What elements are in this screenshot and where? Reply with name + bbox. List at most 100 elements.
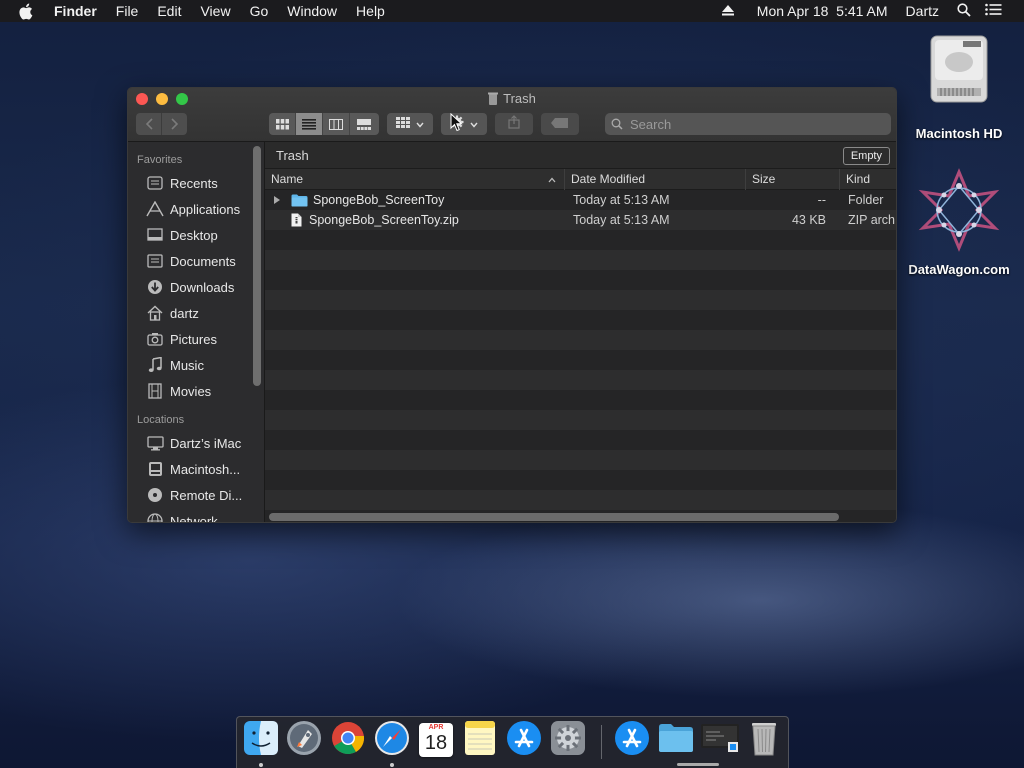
column-header-size[interactable]: Size: [746, 169, 840, 190]
dock-trash[interactable]: [745, 721, 783, 759]
desktop-icon-macintosh-hd[interactable]: Macintosh HD: [905, 30, 1013, 141]
empty-trash-button[interactable]: Empty: [842, 147, 890, 165]
sidebar-item-pictures[interactable]: Pictures: [128, 326, 264, 352]
menu-window[interactable]: Window: [287, 3, 337, 19]
hard-drive-icon: [923, 30, 995, 106]
empty-row: [265, 270, 896, 290]
back-forward-control: [136, 113, 187, 135]
menu-user[interactable]: Dartz: [906, 3, 939, 19]
dock-separator: [601, 725, 602, 759]
sidebar-item-home[interactable]: dartz: [128, 300, 264, 326]
dock-safari[interactable]: [373, 720, 411, 759]
menu-app-name[interactable]: Finder: [54, 3, 97, 19]
sidebar-item-movies[interactable]: Movies: [128, 378, 264, 404]
dock-folder[interactable]: [657, 721, 695, 759]
desktop-icon-label: Macintosh HD: [915, 126, 1003, 141]
sidebar-item-label: Music: [170, 357, 204, 373]
chrome-icon: [330, 720, 366, 761]
column-header-name[interactable]: Name: [265, 169, 565, 190]
empty-row: [265, 410, 896, 430]
empty-row: [265, 330, 896, 350]
icon-view-icon[interactable]: [269, 113, 296, 135]
sort-chevron-up-icon: [548, 169, 556, 190]
dock: APR 18: [236, 716, 789, 768]
menu-view[interactable]: View: [200, 3, 230, 19]
dock-finder[interactable]: [242, 720, 280, 761]
sidebar-item-imac[interactable]: Dartz’s iMac: [128, 430, 264, 456]
column-header-kind[interactable]: Kind: [840, 169, 896, 190]
sidebar-item-downloads[interactable]: Downloads: [128, 274, 264, 300]
spotlight-icon[interactable]: [957, 2, 971, 20]
menu-file[interactable]: File: [116, 3, 139, 19]
disclosure-triangle-icon[interactable]: [273, 195, 283, 205]
dock-chrome[interactable]: [329, 721, 367, 759]
file-list-area: Trash Empty Name Date Modified Size Kind: [265, 142, 896, 522]
empty-row: [265, 490, 896, 510]
notes-icon: [464, 720, 496, 761]
sidebar-item-desktop[interactable]: Desktop: [128, 222, 264, 248]
sidebar-item-recents[interactable]: Recents: [128, 170, 264, 196]
dock-notes[interactable]: [461, 720, 499, 761]
menu-edit[interactable]: Edit: [157, 3, 181, 19]
finder-window: Trash Search Favorites Recents Applicati…: [127, 87, 897, 523]
share-button[interactable]: [495, 113, 533, 135]
sidebar-item-label: Movies: [170, 383, 212, 399]
apple-icon[interactable]: [18, 3, 38, 20]
imac-icon: [146, 434, 164, 452]
sidebar-item-documents[interactable]: Documents: [128, 248, 264, 274]
eject-icon[interactable]: [721, 3, 734, 19]
search-icon: [611, 118, 623, 130]
search-input[interactable]: [628, 115, 872, 133]
sidebar-item-label: Dartz’s iMac: [170, 435, 242, 451]
column-header-date[interactable]: Date Modified: [565, 169, 746, 190]
running-indicator: [259, 763, 263, 767]
group-button[interactable]: [387, 113, 433, 135]
forward-icon[interactable]: [162, 113, 187, 135]
table-row[interactable]: SpongeBob_ScreenToy.zip Today at 5:13 AM…: [265, 210, 896, 230]
notification-center-icon[interactable]: [985, 3, 1002, 19]
finder-icon: [243, 720, 279, 761]
dock-screenshot[interactable]: [701, 721, 739, 759]
action-button[interactable]: [441, 113, 487, 135]
column-view-icon[interactable]: [323, 113, 350, 135]
list-view-icon[interactable]: [296, 113, 323, 135]
cell-kind: Folder: [848, 193, 884, 207]
dock-launchpad[interactable]: [285, 720, 323, 759]
sidebar: Favorites Recents Applications Desktop D…: [128, 142, 265, 523]
desktop-icon-datawagon[interactable]: DataWagon.com: [900, 168, 1018, 277]
cell-name: SpongeBob_ScreenToy.zip: [265, 213, 565, 227]
screenshot-icon: [700, 722, 740, 759]
sidebar-item-macintosh-hd[interactable]: Macintosh...: [128, 456, 264, 482]
back-icon[interactable]: [136, 113, 162, 135]
empty-row: [265, 250, 896, 270]
download-icon: [146, 278, 164, 296]
sidebar-item-network[interactable]: Network: [128, 508, 264, 523]
table-row[interactable]: SpongeBob_ScreenToy Today at 5:13 AM -- …: [265, 190, 896, 210]
menu-go[interactable]: Go: [250, 3, 269, 19]
sidebar-scrollbar[interactable]: [253, 146, 261, 386]
empty-row: [265, 390, 896, 410]
sidebar-item-applications[interactable]: Applications: [128, 196, 264, 222]
dock-system-preferences[interactable]: [549, 720, 587, 759]
dock-applications-folder[interactable]: [613, 720, 651, 759]
calendar-icon: APR 18: [419, 723, 453, 757]
tag-button[interactable]: [541, 113, 579, 135]
gallery-view-icon[interactable]: [350, 113, 377, 135]
title-bar[interactable]: Trash: [128, 88, 896, 142]
sidebar-item-remote-disc[interactable]: Remote Di...: [128, 482, 264, 508]
dock-app-store[interactable]: [505, 720, 543, 759]
menu-help[interactable]: Help: [356, 3, 385, 19]
datawagon-logo-icon: [917, 168, 1001, 252]
dock-calendar[interactable]: APR 18: [417, 721, 455, 759]
file-rows: SpongeBob_ScreenToy Today at 5:13 AM -- …: [265, 190, 896, 510]
empty-row: [265, 430, 896, 450]
empty-row: [265, 450, 896, 470]
tag-icon: [551, 115, 569, 133]
menu-clock[interactable]: Mon Apr 18 5:41 AM: [757, 3, 888, 19]
cell-kind: ZIP arch: [848, 213, 896, 227]
sidebar-item-label: Network: [170, 513, 218, 523]
sidebar-item-music[interactable]: Music: [128, 352, 264, 378]
horizontal-scrollbar[interactable]: [269, 513, 839, 521]
search-field[interactable]: [605, 113, 891, 135]
sidebar-item-label: Applications: [170, 201, 241, 217]
